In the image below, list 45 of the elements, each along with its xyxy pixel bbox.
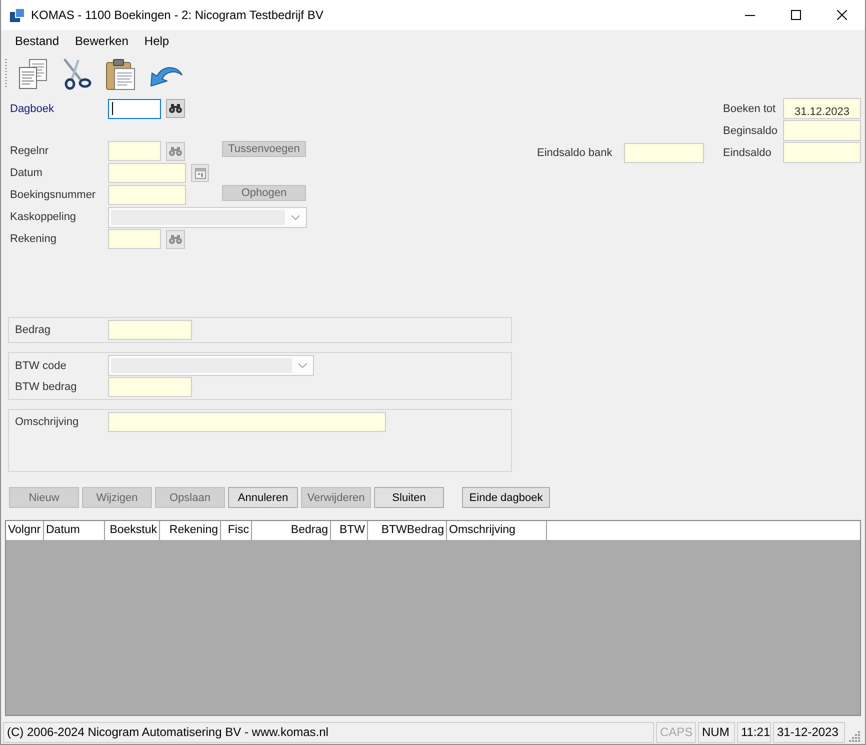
field-label: Omschrijving (15, 416, 80, 428)
field-label: Beginsaldo (723, 124, 778, 136)
field-label: BTW code (15, 360, 68, 372)
field-label: Bedrag (15, 324, 52, 336)
copy-icon[interactable] (17, 58, 49, 90)
status-text: (C) 2006-2024 Nicogram Automatisering BV - www.komas.nl (3, 722, 654, 742)
time-display: 11:21 (737, 722, 771, 742)
resize-grip-icon[interactable] (849, 730, 861, 742)
key-indicator: NUM (698, 722, 735, 742)
menu-item[interactable]: Help (136, 32, 178, 50)
field-label: Boekingsnummer (10, 189, 97, 201)
binoculars-icon (169, 234, 182, 244)
menu-item[interactable]: Bewerken (67, 32, 136, 50)
chevron-down-icon (298, 363, 307, 368)
field-label: Regelnr (10, 145, 50, 157)
input-field[interactable]: 31.12.2023 (783, 98, 861, 119)
input-field[interactable] (108, 98, 161, 118)
field-label: Boeken tot (723, 102, 777, 114)
cancel-button[interactable]: Annuleren (228, 487, 298, 508)
maximize-icon[interactable] (791, 10, 801, 20)
field-label: Datum (10, 167, 44, 179)
calendar-icon (194, 168, 206, 178)
clipboard-icon[interactable] (105, 58, 137, 90)
app-icon (10, 7, 26, 23)
text-cursor-icon (112, 102, 113, 115)
binoculars-icon (169, 104, 182, 113)
close-icon[interactable] (837, 10, 847, 20)
window-title: KOMAS - 1100 Boekingen - 2: Nicogram Testbedrijf BV (31, 8, 324, 22)
grip-icon[interactable] (5, 58, 8, 90)
menu-item[interactable]: Bestand (7, 32, 68, 50)
end-journal-button[interactable]: Einde dagboek (462, 487, 550, 508)
scissors-icon[interactable] (61, 58, 93, 90)
date-field[interactable] (108, 163, 186, 183)
key-indicator: CAPS (656, 722, 696, 742)
date-display: 31-12-2023 (773, 722, 845, 742)
field-label: BTW bedrag (15, 381, 78, 393)
field-label: Rekening (10, 233, 58, 245)
field-label: Dagboek (10, 102, 56, 114)
binoculars-icon (169, 146, 182, 156)
field-label: Eindsaldo (723, 146, 772, 158)
close-button[interactable]: Sluiten (374, 487, 444, 508)
lookup-button[interactable] (166, 99, 185, 118)
chevron-down-icon (291, 214, 300, 220)
field-label: Eindsaldo bank (537, 147, 614, 159)
field-label: Kaskoppeling (10, 211, 78, 223)
